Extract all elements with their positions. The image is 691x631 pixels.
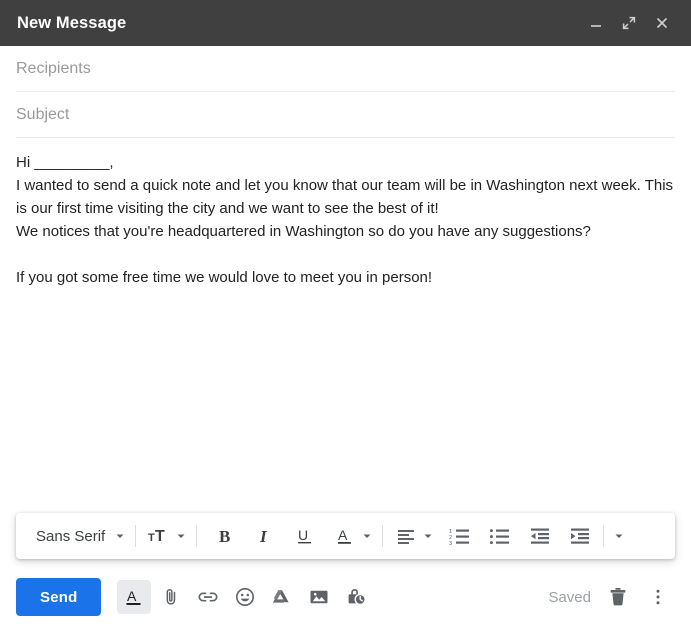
align-chevron-down-icon[interactable]: [421, 531, 435, 541]
bulleted-list-icon[interactable]: [485, 521, 515, 551]
body-line: We notices that you're headquartered in …: [16, 223, 591, 240]
formatting-options-button[interactable]: A: [117, 580, 152, 614]
more-vertical-icon: [648, 586, 668, 608]
text-format-icon: A: [124, 587, 144, 607]
text-color-icon[interactable]: A: [330, 521, 360, 551]
more-options-button[interactable]: [641, 580, 675, 614]
font-family-chevron-down-icon[interactable]: [113, 531, 127, 541]
svg-text:I: I: [259, 527, 268, 546]
minimize-button[interactable]: [581, 8, 611, 38]
italic-icon[interactable]: I: [250, 521, 280, 551]
numbered-list-icon[interactable]: 1 2 3: [445, 521, 475, 551]
close-button[interactable]: [647, 8, 677, 38]
subject-row[interactable]: [16, 92, 675, 138]
trash-icon: [608, 586, 628, 608]
close-icon: [654, 15, 670, 31]
compose-window: New Message Recipients Subject Hi ______…: [0, 0, 691, 631]
svg-text:T: T: [148, 532, 155, 544]
toolbar-divider: [135, 525, 137, 547]
emoji-icon: [234, 586, 256, 608]
save-status-label: Saved: [548, 588, 591, 606]
svg-text:B: B: [219, 527, 230, 546]
body-line-blank: [16, 243, 675, 266]
google-drive-icon: [271, 587, 293, 607]
minimize-icon: [588, 15, 604, 31]
indent-increase-icon[interactable]: [565, 521, 595, 551]
subject-input[interactable]: [16, 105, 675, 124]
text-size-icon[interactable]: T T: [144, 521, 174, 551]
align-left-icon[interactable]: [391, 521, 421, 551]
insert-emoji-button[interactable]: [228, 580, 262, 614]
message-body[interactable]: Hi _________, I wanted to send a quick n…: [0, 138, 691, 513]
svg-text:A: A: [338, 527, 348, 543]
text-color-chevron-down-icon[interactable]: [360, 531, 374, 541]
font-family-selector[interactable]: Sans Serif: [26, 521, 113, 551]
insert-photo-button[interactable]: [302, 580, 336, 614]
expand-button[interactable]: [614, 8, 644, 38]
page-title: New Message: [17, 13, 127, 32]
recipients-input[interactable]: [16, 59, 675, 78]
svg-text:3: 3: [449, 541, 452, 546]
toolbar-divider: [382, 525, 384, 547]
text-size-chevron-down-icon[interactable]: [174, 531, 188, 541]
discard-draft-button[interactable]: [601, 580, 635, 614]
svg-text:A: A: [127, 588, 137, 604]
format-toolbar-container: Sans Serif T T B I U A 1 2 3: [0, 513, 691, 569]
body-line: I wanted to send a quick note and let yo…: [16, 177, 678, 217]
attach-files-button[interactable]: [154, 580, 188, 614]
compose-title-bar: New Message: [0, 0, 691, 46]
compose-action-bar: Send A Saved: [0, 569, 691, 631]
font-family-label: Sans Serif: [36, 527, 106, 545]
more-formatting-chevron-down-icon[interactable]: [612, 531, 626, 541]
link-icon: [197, 587, 219, 607]
paperclip-icon: [161, 587, 181, 607]
insert-drive-file-button[interactable]: [265, 580, 299, 614]
bold-icon[interactable]: B: [210, 521, 240, 551]
recipients-row[interactable]: [16, 46, 675, 92]
insert-link-button[interactable]: [191, 580, 225, 614]
indent-decrease-icon[interactable]: [525, 521, 555, 551]
body-line: Hi _________,: [16, 154, 114, 171]
format-toolbar: Sans Serif T T B I U A 1 2 3: [16, 513, 675, 559]
svg-text:U: U: [298, 527, 308, 543]
underline-icon[interactable]: U: [290, 521, 320, 551]
image-icon: [308, 587, 330, 607]
send-button[interactable]: Send: [16, 578, 102, 616]
toolbar-divider: [196, 525, 198, 547]
window-controls: [581, 8, 677, 38]
svg-text:T: T: [155, 528, 165, 545]
action-bar-right: Saved: [548, 580, 675, 614]
toolbar-divider: [603, 525, 605, 547]
body-line: If you got some free time we would love …: [16, 269, 433, 286]
action-icon-group: A: [117, 580, 373, 614]
expand-icon: [621, 15, 637, 31]
confidential-mode-button[interactable]: [339, 580, 373, 614]
lock-clock-icon: [345, 586, 367, 608]
